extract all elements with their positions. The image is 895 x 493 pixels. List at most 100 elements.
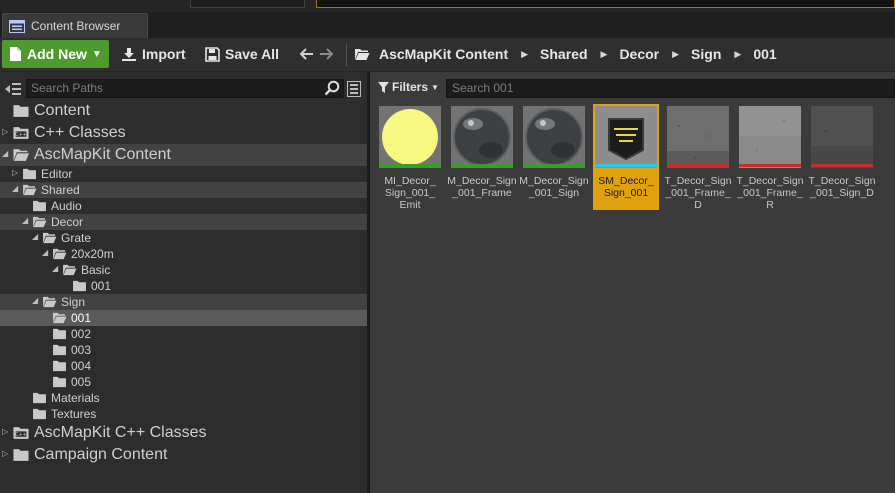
- svg-text:C++: C++: [15, 432, 26, 438]
- search-paths-input[interactable]: Search Paths: [26, 79, 344, 98]
- collapse-sources-icon[interactable]: [4, 82, 22, 96]
- tab-content-browser[interactable]: Content Browser: [2, 13, 148, 38]
- tree-item-003[interactable]: 003: [0, 342, 367, 358]
- import-button[interactable]: Import: [121, 40, 186, 68]
- tree-item-005[interactable]: 005: [0, 374, 367, 390]
- asset-tile[interactable]: T_Decor_Sign _001_Frame_ D: [664, 104, 732, 211]
- expanded-arrow-icon[interactable]: ◢: [22, 217, 30, 225]
- tree-item-004[interactable]: 004: [0, 358, 367, 374]
- add-new-button[interactable]: Add New ▼: [2, 40, 109, 68]
- tree-item-c-classes[interactable]: ▷ C++ C++ Classes: [0, 122, 367, 144]
- expanded-arrow-icon[interactable]: ◢: [42, 249, 50, 257]
- import-label: Import: [142, 46, 186, 62]
- tree-item-001[interactable]: 001: [0, 278, 367, 294]
- tree-item-grate[interactable]: ◢ Grate: [0, 230, 367, 246]
- folder-tree: Content ▷ C++ C++ Classes ◢ AscMapKit Content…: [0, 100, 367, 466]
- asset-name-line: _001_Frame_: [737, 187, 803, 199]
- asset-tile[interactable]: SM_Decor_ Sign_001: [593, 104, 659, 210]
- asset-name-line: T_Decor_Sign: [664, 175, 732, 187]
- asset-tile[interactable]: MI_Decor_ Sign_001_ Emit: [377, 104, 443, 211]
- tree-item-001[interactable]: 001: [0, 310, 367, 326]
- asset-name-line: SM_Decor_: [598, 175, 654, 187]
- asset-tile[interactable]: M_Decor_Sign _001_Frame: [447, 104, 517, 210]
- tree-item-label: Basic: [81, 263, 111, 277]
- breadcrumb-arrow-icon[interactable]: ▶: [521, 49, 528, 60]
- view-options-icon[interactable]: [347, 81, 361, 97]
- tree-item-sign[interactable]: ◢ Sign: [0, 294, 367, 310]
- folder-open-icon: [23, 184, 37, 196]
- tree-item-editor[interactable]: ▷ Editor: [0, 166, 367, 182]
- folder-open-icon: [43, 232, 57, 244]
- breadcrumb-arrow-icon[interactable]: ▶: [672, 49, 679, 60]
- collapsed-arrow-icon[interactable]: ▷: [2, 128, 10, 136]
- asset-tile[interactable]: M_Decor_Sign _001_Sign: [519, 104, 589, 210]
- tree-item-audio[interactable]: Audio: [0, 198, 367, 214]
- asset-name-line: _001_Sign: [528, 187, 580, 199]
- tree-item-textures[interactable]: Textures: [0, 406, 367, 422]
- gray-texture-thumbnail-icon: [667, 106, 729, 168]
- asset-name-line: _001_Frame: [452, 187, 512, 199]
- filter-icon: [378, 81, 389, 93]
- asset-tile[interactable]: T_Decor_Sign _001_Frame_ R: [736, 104, 804, 211]
- breadcrumb-arrow-icon[interactable]: ▶: [601, 49, 608, 60]
- breadcrumb-item-ascmapkit-content[interactable]: AscMapKit Content: [379, 46, 508, 62]
- collapsed-arrow-icon[interactable]: ▷: [2, 450, 10, 458]
- asset-name-line: MI_Decor_: [384, 175, 436, 187]
- breadcrumb-arrow-icon[interactable]: ▶: [734, 49, 741, 60]
- tab-label: Content Browser: [31, 19, 121, 33]
- breadcrumb-item-decor[interactable]: Decor: [619, 46, 659, 62]
- expanded-arrow-icon[interactable]: ◢: [52, 265, 60, 273]
- asset-name-line: _001_Frame_: [665, 187, 731, 199]
- tree-item-label: 001: [71, 311, 92, 325]
- content-toolbar: Add New ▼ Import Save All AscMapKit Cont…: [0, 38, 895, 72]
- chevron-down-icon: ▼: [91, 48, 102, 60]
- breadcrumb-item-shared[interactable]: Shared: [540, 46, 587, 62]
- asset-thumbnail: [451, 106, 513, 168]
- tree-item-decor[interactable]: ◢ Decor: [0, 214, 367, 230]
- asset-name-line: D: [694, 199, 702, 211]
- asset-tile[interactable]: T_Decor_Sign _001_Sign_D: [808, 104, 876, 210]
- collapsed-arrow-icon[interactable]: ▷: [12, 169, 20, 177]
- expanded-arrow-icon[interactable]: ◢: [12, 185, 20, 193]
- forward-arrow-icon[interactable]: [319, 48, 333, 60]
- tree-item-label: 002: [71, 327, 92, 341]
- tree-item-label: Grate: [61, 231, 92, 245]
- tree-item-ascmapkit-c-classes[interactable]: ▷ C++ AscMapKit C++ Classes: [0, 422, 367, 444]
- collapsed-arrow-icon[interactable]: ▷: [2, 428, 10, 436]
- expanded-arrow-icon[interactable]: ◢: [32, 297, 40, 305]
- tree-item-shared[interactable]: ◢ Shared: [0, 182, 367, 198]
- sources-header: Search Paths: [0, 76, 370, 102]
- breadcrumb-item-001[interactable]: 001: [753, 46, 776, 62]
- toolbar-divider: [346, 44, 347, 66]
- search-icon[interactable]: [324, 80, 340, 96]
- chevron-down-icon: ▼: [431, 82, 439, 92]
- asset-name-line: M_Decor_Sign: [519, 175, 589, 187]
- tree-item-20x20m[interactable]: ◢ 20x20m: [0, 246, 367, 262]
- metal-sphere-thumbnail-icon: [451, 106, 513, 168]
- asset-view-panel: Filters ▼ Search 001 MI_Decor_ Sign_001_ E…: [373, 72, 895, 493]
- sources-panel: Search Paths Content ▷ C++ C++ Classes ◢ AscM…: [0, 72, 370, 493]
- tree-item-basic[interactable]: ◢ Basic: [0, 262, 367, 278]
- import-icon: [122, 47, 136, 61]
- metal-sphere-thumbnail-icon: [523, 106, 585, 168]
- asset-type-color-bar: [379, 164, 441, 167]
- folder-open-icon: [355, 48, 370, 60]
- folder-icon: [13, 105, 29, 117]
- filters-button[interactable]: Filters ▼: [378, 80, 439, 94]
- tree-item-materials[interactable]: Materials: [0, 390, 367, 406]
- asset-thumbnail: [379, 106, 441, 168]
- tree-item-label: Decor: [51, 215, 84, 229]
- tree-item-002[interactable]: 002: [0, 326, 367, 342]
- expanded-arrow-icon[interactable]: ◢: [32, 233, 40, 241]
- tree-item-content[interactable]: Content: [0, 100, 367, 122]
- history-navigation: [300, 40, 333, 68]
- tree-item-campaign-content[interactable]: ▷ Campaign Content: [0, 444, 367, 466]
- asset-name-line: M_Decor_Sign: [447, 175, 517, 187]
- content-browser-icon: [9, 19, 25, 33]
- search-assets-input[interactable]: Search 001: [446, 79, 895, 98]
- breadcrumb-item-sign[interactable]: Sign: [691, 46, 721, 62]
- back-arrow-icon[interactable]: [300, 48, 314, 60]
- save-all-button[interactable]: Save All: [205, 40, 279, 68]
- expanded-arrow-icon[interactable]: ◢: [2, 150, 10, 158]
- tree-item-ascmapkit-content[interactable]: ◢ AscMapKit Content: [0, 144, 367, 166]
